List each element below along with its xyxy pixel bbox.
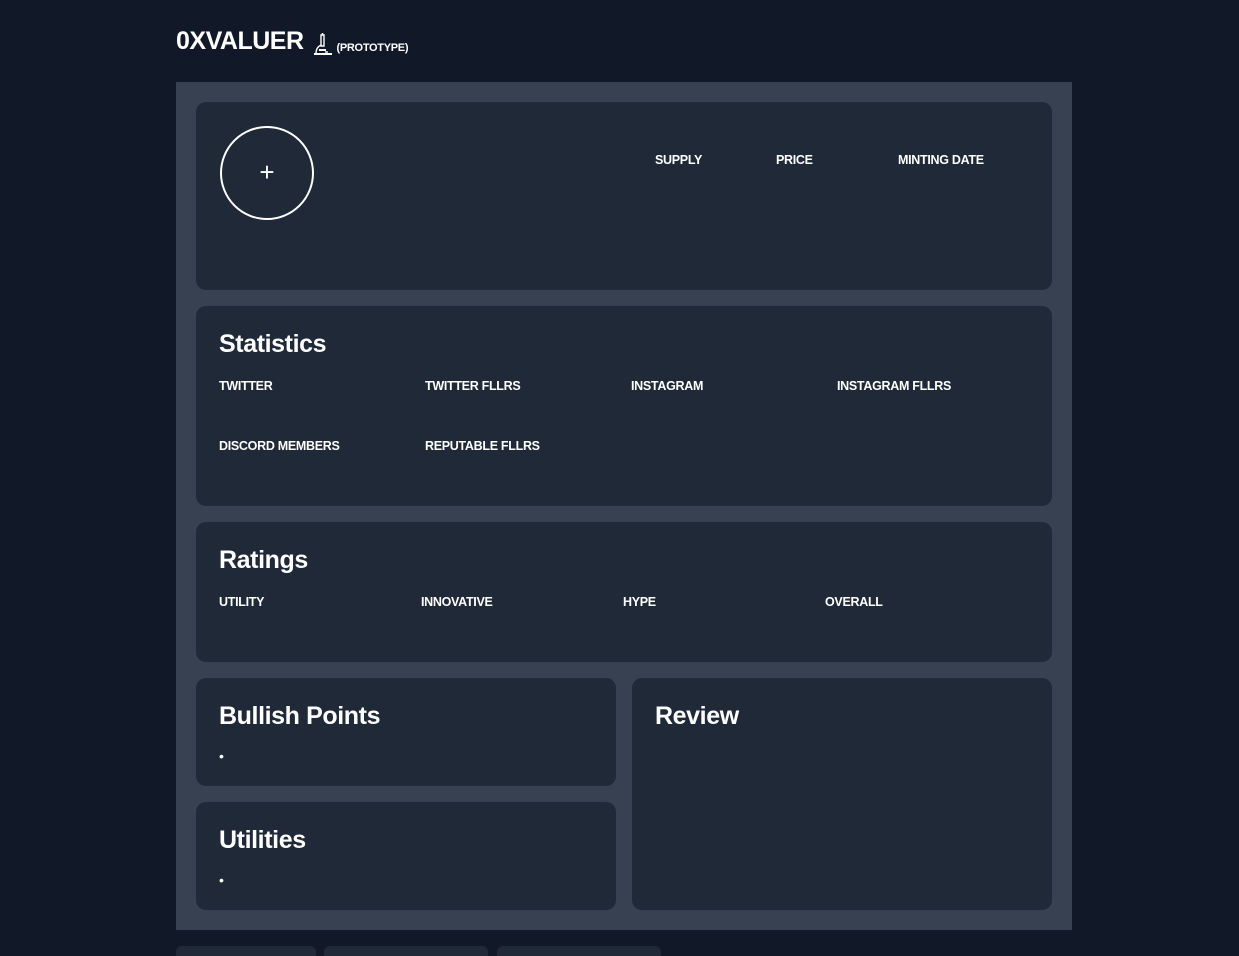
plus-icon: +: [259, 157, 275, 187]
hype-label: HYPE: [623, 595, 656, 609]
bottom-tab-2[interactable]: [324, 946, 488, 956]
bullish-points-title: Bullish Points: [219, 702, 381, 730]
statistics-card: Statistics TWITTER TWITTER FLLRS INSTAGR…: [196, 306, 1052, 506]
utilities-card: Utilities •: [196, 802, 616, 910]
overall-label: OVERALL: [825, 595, 883, 609]
utilities-title: Utilities: [219, 826, 306, 854]
reputable-fllrs-label: REPUTABLE FLLRS: [425, 439, 540, 453]
statistics-title: Statistics: [219, 330, 327, 358]
prototype-tag: (PROTOTYPE): [336, 42, 409, 54]
minting-date-label: MINTING DATE: [898, 153, 984, 167]
instagram-label: INSTAGRAM: [631, 379, 704, 393]
bottom-tab-3[interactable]: [497, 946, 661, 956]
instagram-fllrs-label: INSTAGRAM FLLRS: [837, 379, 952, 393]
main-panel: + SUPPLY PRICE MINTING DATE Statistics T…: [176, 82, 1072, 930]
microscope-icon: [312, 32, 334, 56]
utilities-bullet: •: [219, 872, 224, 888]
twitter-fllrs-label: TWITTER FLLRS: [425, 379, 521, 393]
discord-members-label: DISCORD MEMBERS: [219, 439, 340, 453]
price-label: PRICE: [776, 153, 813, 167]
review-title: Review: [655, 702, 739, 730]
bullish-bullet: •: [219, 748, 224, 764]
bottom-tab-1[interactable]: [176, 946, 316, 956]
bullish-points-card: Bullish Points •: [196, 678, 616, 786]
app-header: 0XVALUER (PROTOTYPE): [176, 26, 408, 56]
supply-label: SUPPLY: [655, 153, 703, 167]
twitter-label: TWITTER: [219, 379, 273, 393]
ratings-title: Ratings: [219, 546, 308, 574]
ratings-card: Ratings UTILITY INNOVATIVE HYPE OVERALL: [196, 522, 1052, 662]
brand-title: 0XVALUER: [176, 27, 304, 55]
upload-image-button[interactable]: +: [220, 126, 314, 220]
overview-card: + SUPPLY PRICE MINTING DATE: [196, 102, 1052, 290]
review-card: Review: [632, 678, 1052, 910]
innovative-label: INNOVATIVE: [421, 595, 493, 609]
utility-label: UTILITY: [219, 595, 265, 609]
